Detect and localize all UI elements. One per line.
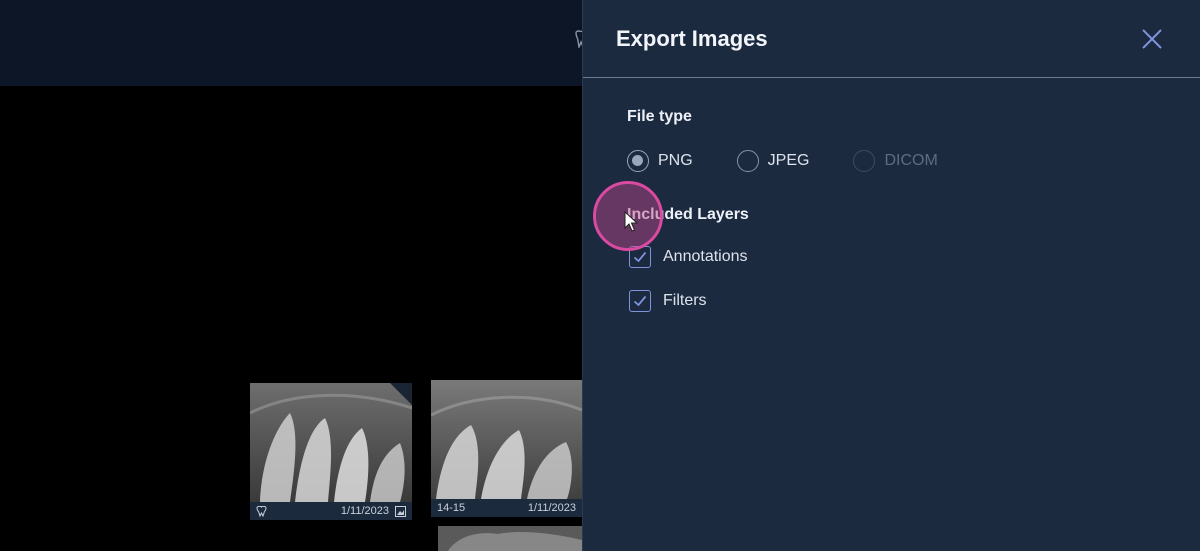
tooth-number: 14-15 [437,502,466,514]
image-date: 1/11/2023 [340,505,389,517]
close-icon [1142,29,1162,49]
radio-unselected-icon [736,150,759,172]
file-type-label: File type [627,108,692,125]
xray-image [250,383,412,502]
radio-selected-icon [627,150,649,172]
file-type-radio-group: PNG JPEG DICOM [627,150,982,172]
radio-disabled-icon [853,150,876,172]
image-date: 1/11/2023 [527,502,576,514]
checkbox-annotations[interactable]: Annotations [629,246,748,268]
image-icon [395,505,406,517]
checkbox-filters[interactable]: Filters [629,290,707,312]
xray-thumbnail[interactable]: 1/11/2023 [250,383,412,520]
radio-dicom: DICOM [853,150,938,172]
panel-header: Export Images [583,0,1200,78]
close-button[interactable] [1139,26,1165,52]
panel-title: Export Images [616,26,768,51]
checkbox-checked-icon [629,290,651,312]
mouse-pointer-icon [624,210,639,233]
thumbnail-footer: 1/11/2023 [250,502,412,520]
tooth-icon [256,505,267,517]
xray-thumbnail[interactable] [438,526,582,551]
export-images-panel: Export Images File type PNG JPEG DICOM I… [582,0,1200,551]
thumbnail-footer: 14-15 1/11/2023 [431,499,582,517]
xray-thumbnail[interactable]: 14-15 1/11/2023 [431,380,582,517]
radio-jpeg[interactable]: JPEG [736,150,809,172]
radio-png[interactable]: PNG [627,150,693,172]
xray-image [431,380,582,499]
